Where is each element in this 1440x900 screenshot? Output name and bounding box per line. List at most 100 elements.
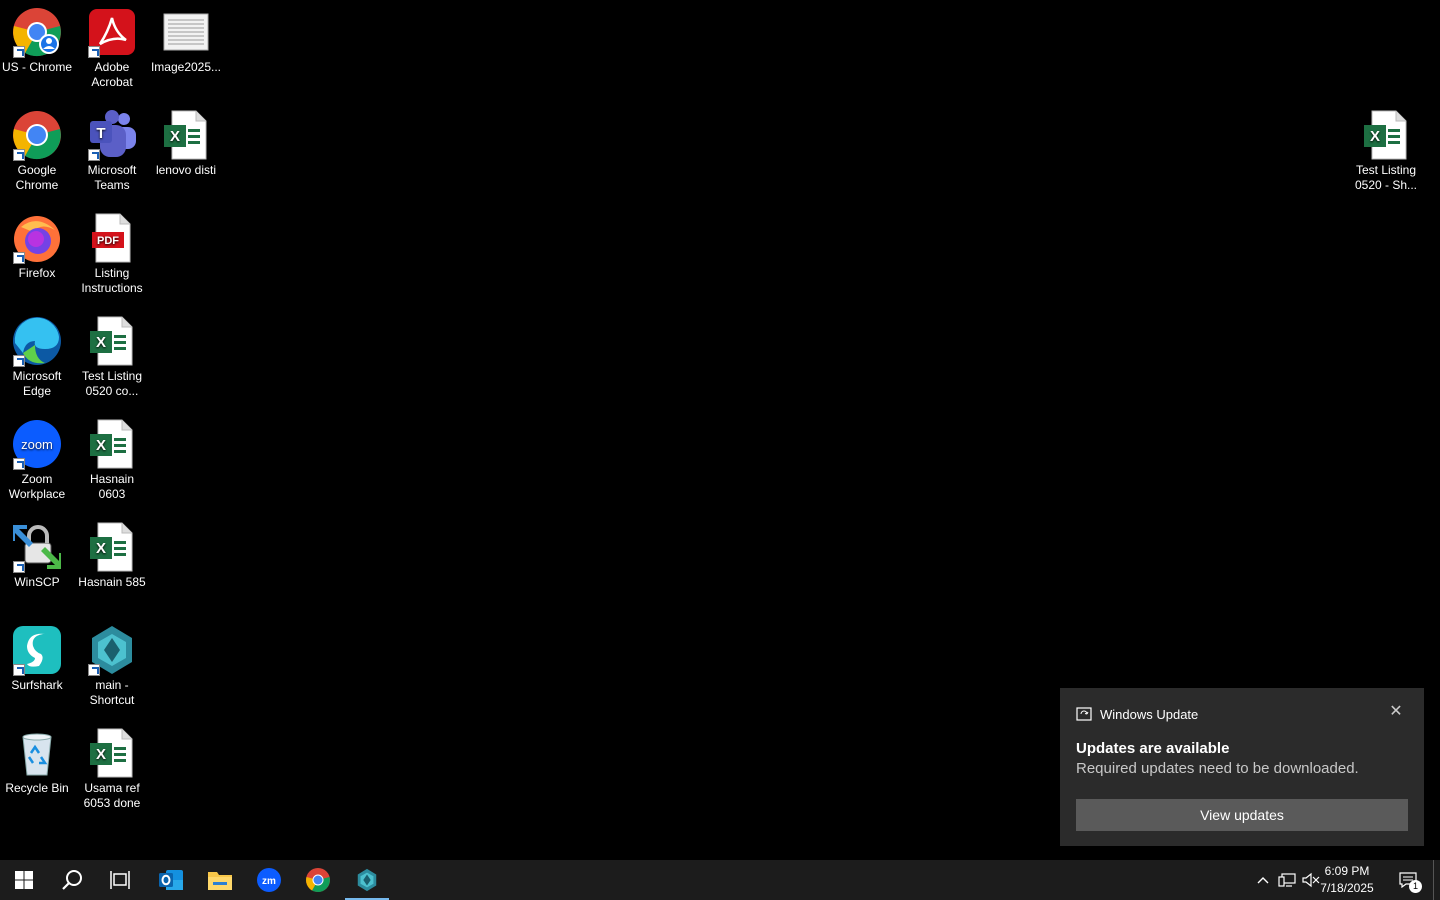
recycle-bin-icon	[11, 727, 63, 779]
desktop-icon-microsoft-edge[interactable]: Microsoft Edge	[0, 311, 75, 399]
chevron-up-icon	[1257, 877, 1269, 884]
shortcut-arrow-icon	[13, 46, 25, 58]
toast-app-name: Windows Update	[1100, 706, 1199, 722]
teams-icon-letter: T	[96, 125, 105, 142]
edge-icon	[11, 315, 63, 367]
chrome-profile-icon	[11, 6, 63, 58]
chrome-taskbar-icon	[306, 868, 330, 893]
notification-count-badge: 1	[1409, 880, 1422, 893]
shortcut-arrow-icon	[88, 46, 100, 58]
desktop-icon-lenovo-disti[interactable]: X lenovo disti	[148, 105, 224, 178]
desktop-icon-listing-instructions[interactable]: PDF Listing Instructions	[74, 208, 150, 296]
desktop-icon-label: US - Chrome	[1, 60, 72, 74]
main-app-icon	[86, 624, 138, 676]
desktop-icon-test-listing-co[interactable]: X Test Listing 0520 co...	[74, 311, 150, 399]
desktop-icon-zoom-workplace[interactable]: zoom Zoom Workplace	[0, 414, 75, 502]
outlook-icon	[159, 870, 183, 890]
windows-logo-icon	[15, 871, 33, 889]
main-app-taskbar-icon	[357, 868, 377, 892]
teams-icon: T	[86, 109, 138, 161]
desktop-icon-adobe-acrobat[interactable]: Adobe Acrobat	[74, 2, 150, 90]
desktop-icon-hasnain-585[interactable]: X Hasnain 585	[74, 517, 150, 590]
desktop-icon-label: Google Chrome	[15, 163, 59, 192]
desktop-icon-label: main - Shortcut	[89, 678, 135, 707]
excel-file-icon: X	[86, 418, 138, 470]
folder-icon	[208, 872, 232, 890]
toast-header: Windows Update	[1076, 706, 1198, 722]
desktop-icon-microsoft-teams[interactable]: T Microsoft Teams	[74, 105, 150, 193]
desktop-icon-recycle-bin[interactable]: Recycle Bin	[0, 723, 75, 796]
start-button[interactable]	[0, 860, 48, 900]
network-icon	[1278, 873, 1296, 887]
acrobat-icon	[86, 6, 138, 58]
zoom-taskbar-text: zm	[262, 876, 276, 887]
desktop-icon-label: Hasnain 0603	[89, 472, 135, 501]
taskbar-outlook[interactable]	[147, 860, 195, 900]
desktop-icon-label: Microsoft Edge	[12, 369, 62, 398]
close-icon[interactable]: ✕	[1386, 702, 1406, 722]
windows-update-icon	[1076, 707, 1092, 721]
zoom-icon: zoom	[11, 418, 63, 470]
chrome-icon	[11, 109, 63, 161]
desktop-icon-label: Image2025...	[150, 60, 222, 74]
desktop-icon-main-shortcut[interactable]: main - Shortcut	[74, 620, 150, 708]
desktop-icon-hasnain-0603[interactable]: X Hasnain 0603	[74, 414, 150, 502]
task-view-button[interactable]	[96, 860, 144, 900]
excel-icon-letter: X	[96, 540, 106, 557]
desktop-icon-us-chrome[interactable]: US - Chrome	[0, 2, 75, 75]
excel-file-icon: X	[86, 521, 138, 573]
shortcut-arrow-icon	[88, 149, 100, 161]
shortcut-arrow-icon	[13, 664, 25, 676]
desktop-icon-usama-ref[interactable]: X Usama ref 6053 done	[74, 723, 150, 811]
show-hidden-icons-button[interactable]	[1252, 860, 1274, 900]
firefox-icon	[11, 212, 63, 264]
excel-file-icon: X	[1360, 109, 1412, 161]
desktop-icon-label: Zoom Workplace	[8, 472, 66, 501]
windows-update-toast[interactable]: Windows Update ✕ Updates are available R…	[1060, 688, 1424, 846]
shortcut-arrow-icon	[13, 561, 25, 573]
excel-icon-letter: X	[96, 334, 106, 351]
clock-time: 6:09 PM	[1324, 864, 1370, 878]
desktop-icon-label: Microsoft Teams	[87, 163, 137, 192]
action-center-button[interactable]: 1	[1392, 860, 1424, 900]
shortcut-arrow-icon	[13, 149, 25, 161]
desktop-icon-winscp[interactable]: WinSCP	[0, 517, 75, 590]
shortcut-arrow-icon	[88, 664, 100, 676]
toast-title: Updates are available	[1076, 740, 1230, 757]
desktop-icon-label: Listing Instructions	[81, 266, 143, 295]
taskbar-zoom[interactable]: zm	[245, 860, 293, 900]
desktop-icon-label: Firefox	[18, 266, 56, 280]
desktop-icon-google-chrome[interactable]: Google Chrome	[0, 105, 75, 193]
show-desktop-button[interactable]	[1433, 860, 1440, 900]
desktop-icon-label: Recycle Bin	[5, 781, 69, 795]
clock-date: 7/18/2025	[1320, 881, 1374, 895]
winscp-icon	[11, 521, 63, 573]
excel-file-icon: X	[86, 315, 138, 367]
excel-file-icon: X	[86, 727, 138, 779]
network-button[interactable]	[1276, 860, 1298, 900]
desktop-icon-test-listing-sh[interactable]: X Test Listing 0520 - Sh...	[1348, 105, 1424, 193]
desktop-icon-label: Adobe Acrobat	[91, 60, 133, 89]
taskbar: zm 6:09 PM 7/18/2025 1	[0, 860, 1440, 900]
zoom-icon-text: zoom	[21, 437, 53, 452]
clock[interactable]: 6:09 PM 7/18/2025	[1312, 863, 1382, 897]
excel-icon-letter: X	[96, 746, 106, 763]
desktop-icon-surfshark[interactable]: Surfshark	[0, 620, 75, 693]
shortcut-arrow-icon	[13, 355, 25, 367]
search-icon	[62, 870, 82, 890]
taskbar-main-app[interactable]	[343, 860, 391, 900]
desktop-icon-firefox[interactable]: Firefox	[0, 208, 75, 281]
desktop-icon-label: Surfshark	[11, 678, 63, 692]
pdf-file-icon: PDF	[86, 212, 138, 264]
shortcut-arrow-icon	[13, 458, 25, 470]
desktop-icon-label: WinSCP	[14, 575, 60, 589]
pdf-icon-text: PDF	[97, 235, 119, 247]
taskbar-file-explorer[interactable]	[196, 860, 244, 900]
desktop-icon-label: lenovo disti	[155, 163, 217, 177]
surfshark-icon	[11, 624, 63, 676]
search-button[interactable]	[48, 860, 96, 900]
view-updates-button[interactable]: View updates	[1076, 799, 1408, 831]
desktop-icon-image2025[interactable]: Image2025...	[148, 2, 224, 75]
taskbar-google-chrome[interactable]	[294, 860, 342, 900]
desktop-icon-label: Usama ref 6053 done	[83, 781, 141, 810]
